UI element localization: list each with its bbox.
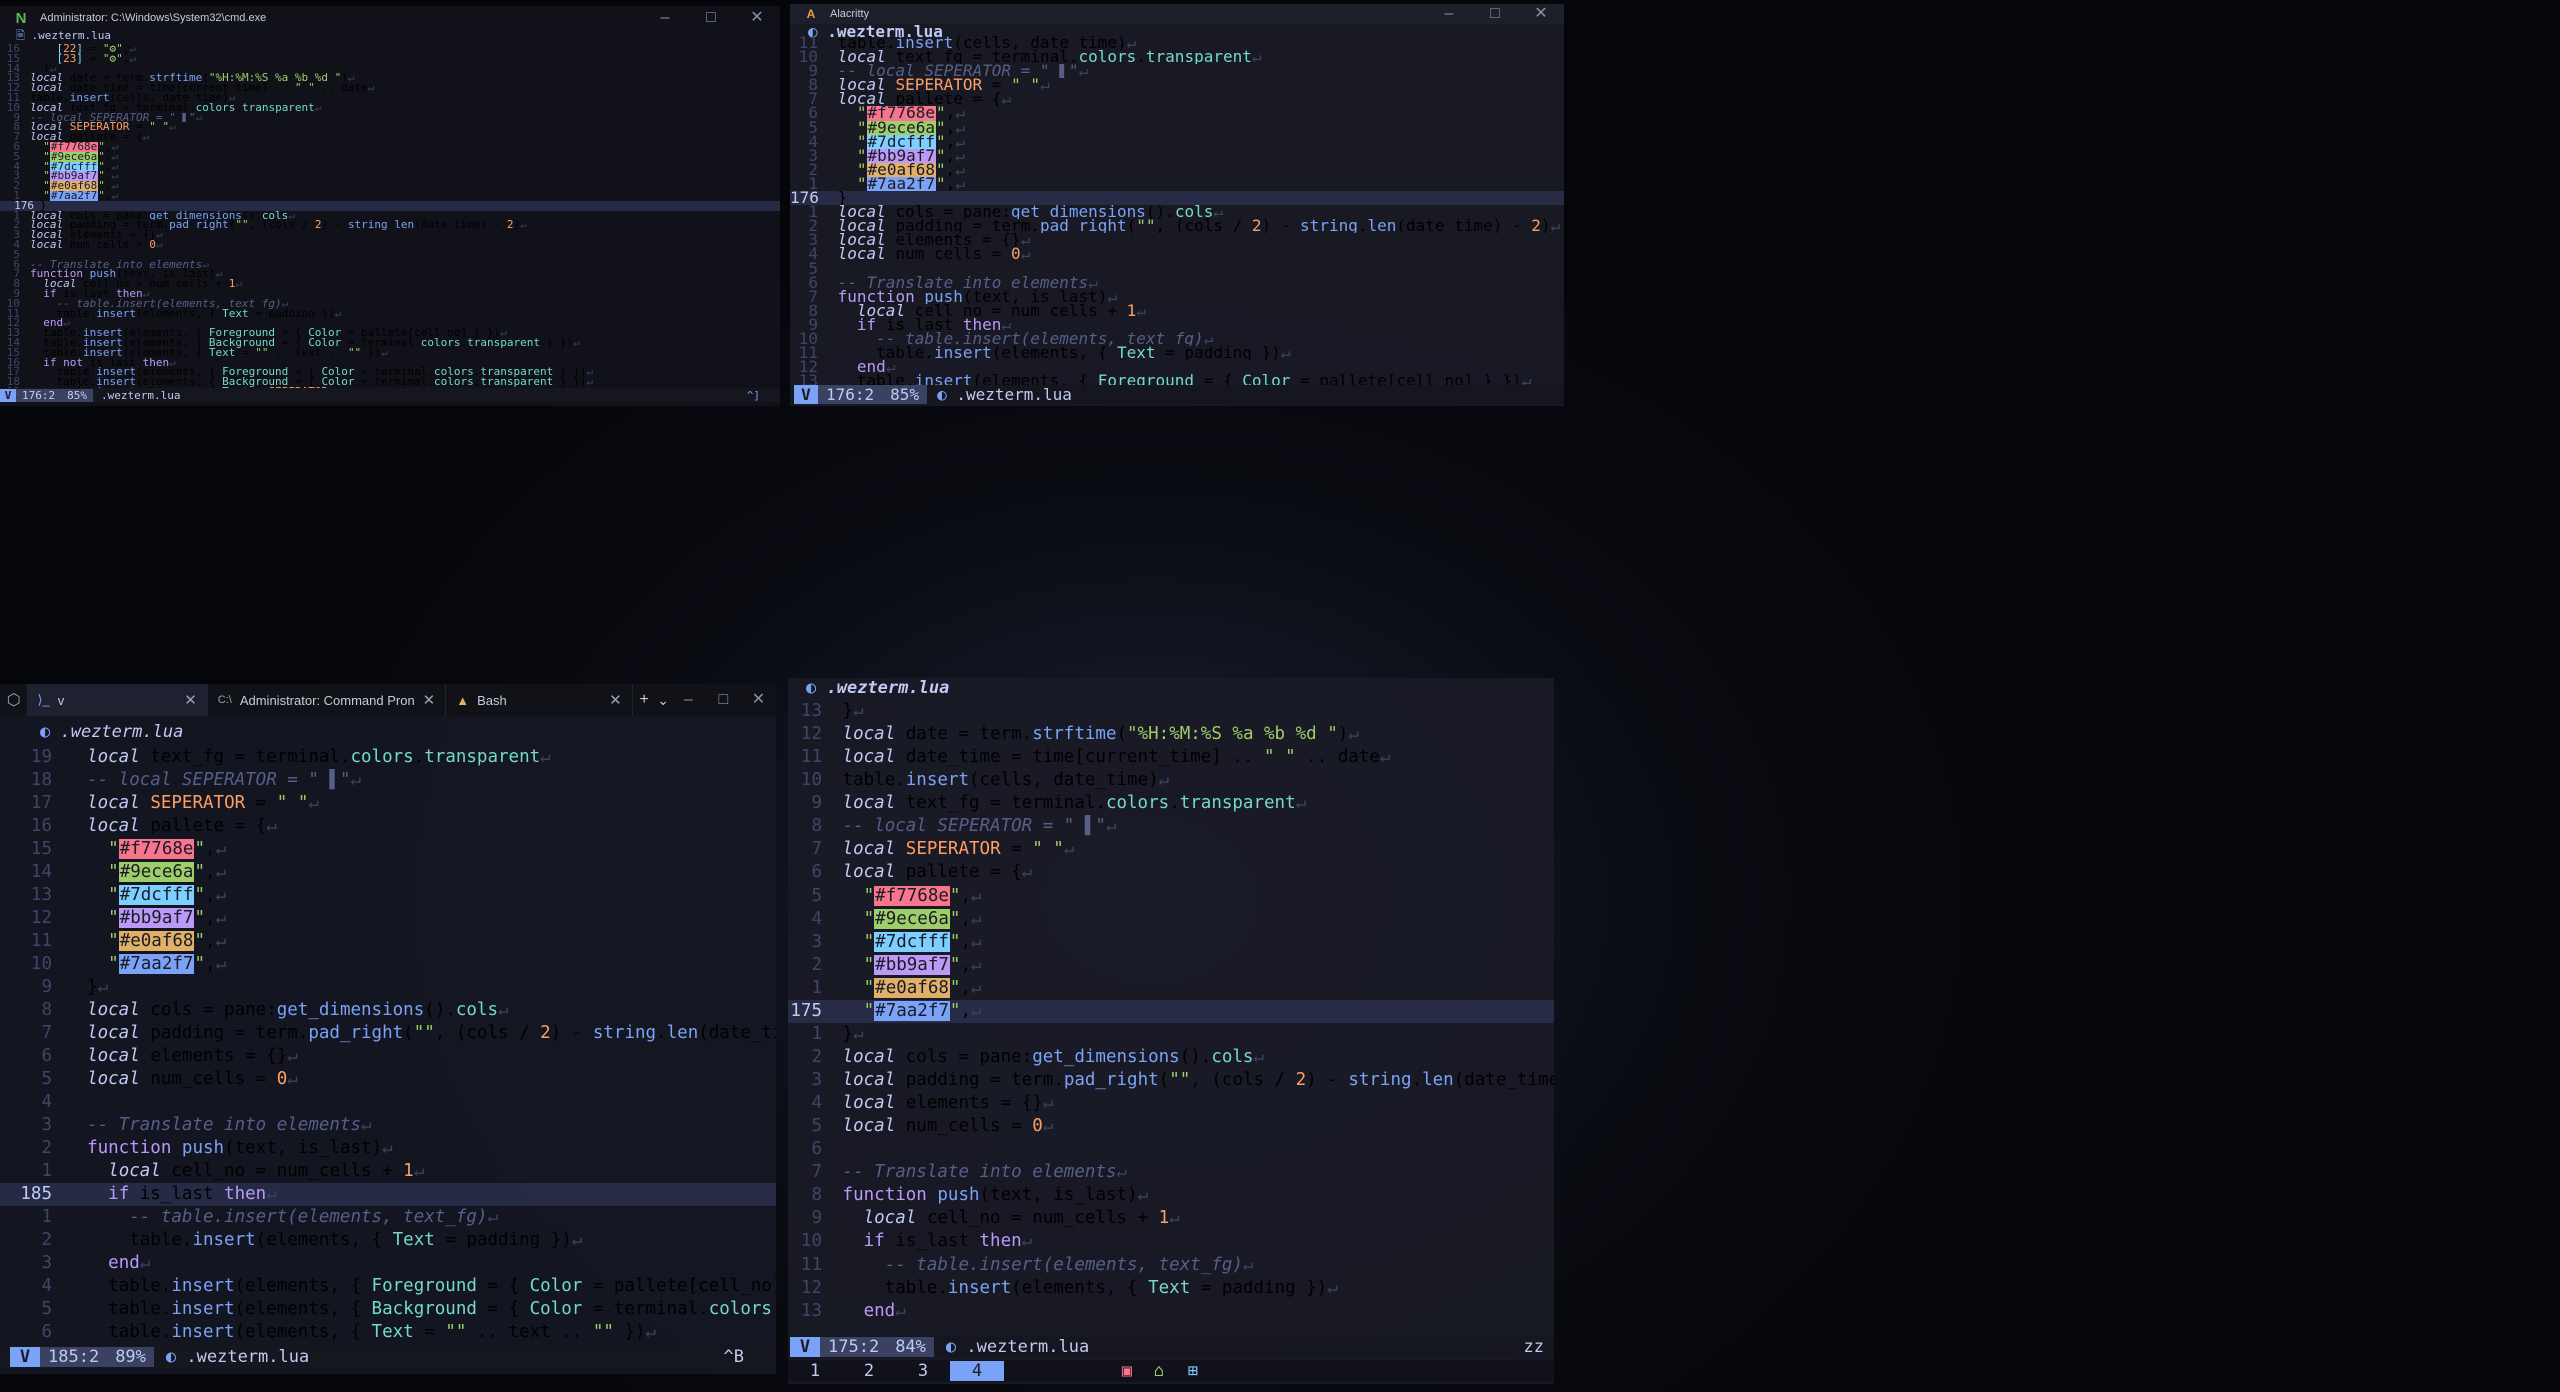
scroll-percent: 89% [107, 1347, 154, 1367]
cursor-position: 175:2 [820, 1337, 888, 1357]
window-title: Alacritty [830, 8, 870, 20]
tmux-window-4[interactable]: 4 [950, 1361, 1004, 1381]
arch-linux-icon: ▲ [456, 692, 470, 708]
status-right: ^] [746, 388, 760, 402]
cursor-position: 176:2 [16, 388, 62, 402]
mode-indicator: V [0, 388, 16, 402]
scroll-percent: 85% [61, 388, 93, 402]
close-tab-icon[interactable]: ✕ [609, 691, 622, 709]
tab-cmd[interactable]: C:\ Administrator: Command Pron ✕ [208, 684, 447, 716]
maximize-button[interactable]: □ [706, 686, 741, 714]
nvim-statusline: V 185:2 89% ◐ .wezterm.lua ^B [0, 1346, 776, 1368]
new-tab-button[interactable]: + [633, 691, 656, 709]
tmux-window-2[interactable]: 2 [842, 1361, 896, 1381]
status-filename: .wezterm.lua [966, 1337, 1090, 1357]
editor-pane[interactable]: 13 }↵ 12 local date = term.strftime("%H:… [788, 700, 1554, 1336]
cmd-window[interactable]: N Administrator: C:\Windows\System32\cmd… [0, 6, 780, 406]
wezterm-window[interactable]: ⬡ ⟩_ v ✕ C:\ Administrator: Command Pron… [0, 684, 776, 1374]
editor-pane[interactable]: 16 [22] = "⚙",↵ 15 [23] = "⚙",↵ 14 }↵ 13… [0, 44, 780, 388]
close-tab-icon[interactable]: ✕ [423, 691, 436, 709]
file-name: .wezterm.lua [826, 678, 950, 698]
mode-indicator: V [790, 1337, 820, 1357]
shield-icon[interactable]: ⬡ [0, 690, 27, 710]
editor-pane[interactable]: 11 table.insert(cells, date_time)↵ 10 lo… [790, 36, 1564, 386]
mode-indicator: V [10, 1347, 40, 1367]
minimize-button[interactable]: – [642, 6, 688, 32]
lua-icon: ◐ [165, 1347, 187, 1367]
close-tab-icon[interactable]: ✕ [184, 691, 197, 709]
minimize-button[interactable]: – [1426, 4, 1472, 24]
tab-bash[interactable]: ▲ Bash ✕ [446, 684, 633, 716]
scroll-percent: 84% [887, 1337, 934, 1357]
alacritty-titlebar[interactable]: A Alacritty – □ ✕ [790, 4, 1564, 24]
editor-pane[interactable]: 19 local text_fg = terminal.colors.trans… [0, 746, 776, 1346]
tab-label: v [57, 692, 65, 708]
lua-icon: ◐ [945, 1337, 967, 1357]
tmux-window-3[interactable]: 3 [896, 1361, 950, 1381]
status-filename: .wezterm.lua [101, 388, 181, 402]
home-icon: ⌂ [1153, 1361, 1165, 1381]
nvim-statusline: V 175:2 84% ◐ .wezterm.lua zz [788, 1336, 1554, 1358]
cursor-position: 176:2 [818, 385, 883, 404]
red-box-icon: ▣ [1121, 1361, 1133, 1381]
tab-dropdown-button[interactable]: ⌄ [656, 692, 671, 709]
wezterm-tabbar[interactable]: ⬡ ⟩_ v ✕ C:\ Administrator: Command Pron… [0, 684, 776, 716]
cmd-titlebar[interactable]: N Administrator: C:\Windows\System32\cmd… [0, 6, 780, 30]
file-header: 🗎 .wezterm.lua [16, 28, 111, 44]
window-title: Administrator: C:\Windows\System32\cmd.e… [40, 12, 267, 24]
lua-icon: ◐ [937, 385, 957, 404]
tmux-window[interactable]: ◐ .wezterm.lua 13 }↵ 12 local date = ter… [788, 678, 1554, 1384]
tab-label: Bash [477, 692, 507, 708]
close-button[interactable]: ✕ [734, 6, 780, 32]
file-name: .wezterm.lua [60, 722, 184, 742]
lua-icon: ◐ [40, 722, 61, 742]
neovim-icon: N [15, 9, 27, 27]
nvim-statusline: V 176:2 85% ◐ .wezterm.lua [790, 385, 1564, 404]
file-name: .wezterm.lua [31, 29, 111, 42]
close-button[interactable]: ✕ [741, 686, 776, 714]
status-right: ^B [723, 1347, 744, 1367]
windows-icon: ⊞ [1187, 1361, 1199, 1381]
mode-indicator: V [794, 385, 818, 404]
lua-icon: ◐ [806, 678, 827, 698]
file-header: ◐ .wezterm.lua [40, 722, 183, 742]
alacritty-icon: A [806, 7, 816, 21]
cursor-position: 185:2 [40, 1347, 108, 1367]
tmux-window-list: 1 2 3 4 ▣ ⌂ ⊞ [788, 1360, 1554, 1382]
lua-icon: 🗎 [16, 29, 32, 42]
maximize-button[interactable]: □ [1472, 4, 1518, 24]
status-right: zz [1523, 1337, 1544, 1357]
status-filename: .wezterm.lua [186, 1347, 310, 1367]
file-header: ◐ .wezterm.lua [806, 678, 949, 698]
tmux-window-1[interactable]: 1 [788, 1361, 842, 1381]
minimize-button[interactable]: – [671, 686, 706, 714]
tab-label: Administrator: Command Pron [239, 692, 415, 708]
scroll-percent: 85% [882, 385, 928, 404]
status-filename: .wezterm.lua [956, 385, 1072, 404]
cmd-icon: C:\ [217, 694, 232, 706]
powershell-icon: ⟩_ [37, 692, 50, 707]
close-button[interactable]: ✕ [1518, 4, 1564, 24]
tab-powershell[interactable]: ⟩_ v ✕ [27, 684, 208, 716]
maximize-button[interactable]: □ [688, 6, 734, 32]
alacritty-window[interactable]: A Alacritty – □ ✕ ◐ .wezterm.lua 11 tabl… [790, 4, 1564, 406]
nvim-statusline: V 176:2 85% .wezterm.lua ^] [0, 388, 780, 402]
